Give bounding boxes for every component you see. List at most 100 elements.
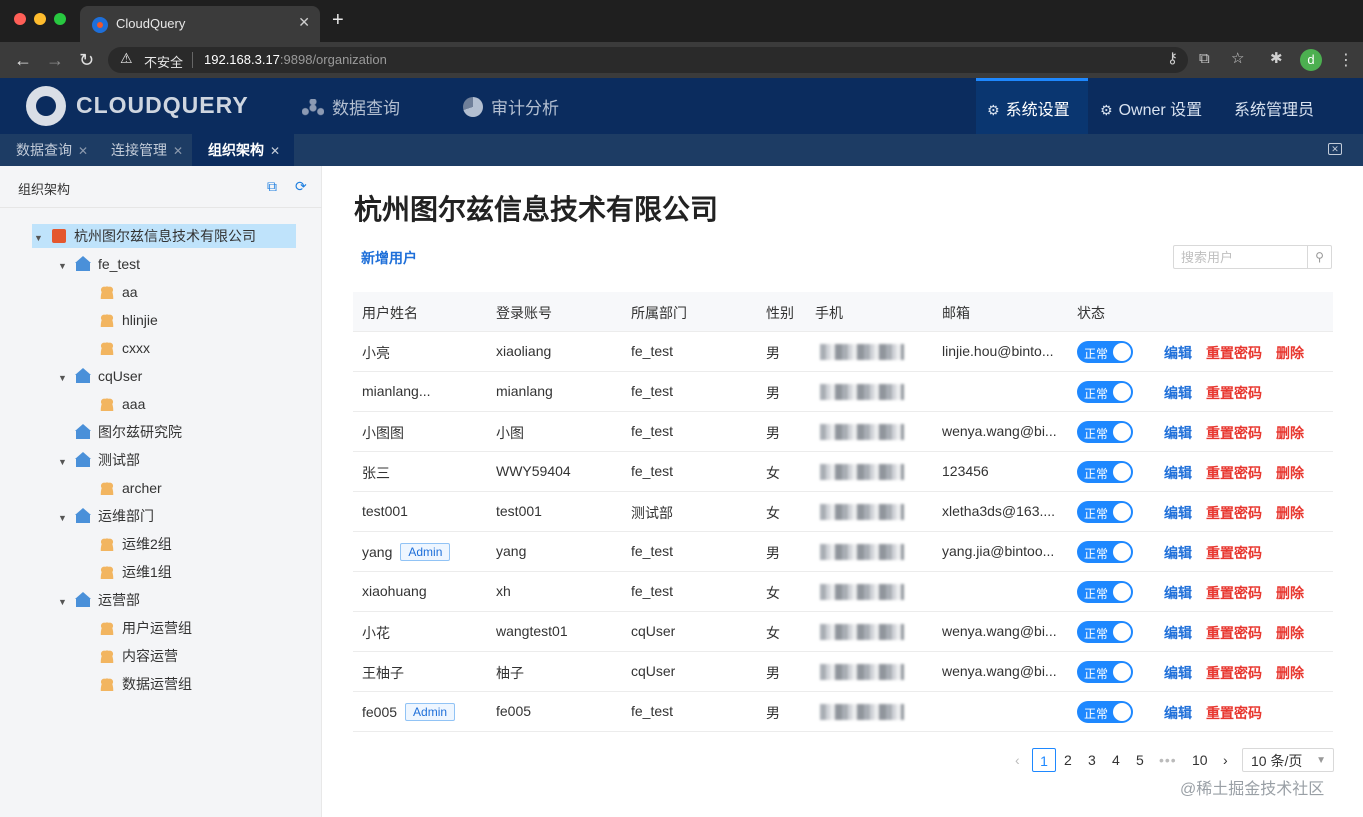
nav-owner-settings[interactable]: ⚙ Owner 设置 bbox=[1100, 96, 1202, 120]
delete-button[interactable]: 删除 bbox=[1276, 343, 1304, 363]
page-2[interactable]: 2 bbox=[1064, 748, 1072, 772]
tree-department-node[interactable]: ▼ cqUser bbox=[58, 364, 142, 388]
nav-system-admin[interactable]: 系统管理员 bbox=[1234, 96, 1314, 120]
insecure-label[interactable]: 不安全 bbox=[144, 52, 183, 71]
next-page-icon[interactable]: › bbox=[1223, 748, 1228, 772]
collapse-all-icon[interactable]: ⧉ bbox=[267, 178, 277, 195]
status-toggle[interactable]: 正常 bbox=[1077, 381, 1133, 403]
tab-connection-management[interactable]: 连接管理 ✕ bbox=[94, 134, 192, 166]
prev-page-icon[interactable]: ‹ bbox=[1015, 748, 1020, 772]
edit-button[interactable]: 编辑 bbox=[1164, 583, 1192, 603]
tree-group-node[interactable]: 用户运营组 bbox=[82, 616, 192, 640]
tree-department-node[interactable]: ▼ 测试部 bbox=[58, 448, 140, 472]
delete-button[interactable]: 删除 bbox=[1276, 623, 1304, 643]
edit-button[interactable]: 编辑 bbox=[1164, 623, 1192, 643]
new-tab-button[interactable]: + bbox=[332, 10, 344, 30]
status-toggle[interactable]: 正常 bbox=[1077, 461, 1133, 483]
tab-close-icon[interactable]: ✕ bbox=[270, 144, 280, 158]
delete-button[interactable]: 删除 bbox=[1276, 583, 1304, 603]
reset-password-button[interactable]: 重置密码 bbox=[1206, 543, 1262, 563]
status-toggle[interactable]: 正常 bbox=[1077, 541, 1133, 563]
key-icon[interactable]: ⚷ bbox=[1167, 50, 1178, 68]
delete-button[interactable]: 删除 bbox=[1276, 463, 1304, 483]
reset-password-button[interactable]: 重置密码 bbox=[1206, 423, 1262, 443]
nav-data-query[interactable]: 数据查询 bbox=[302, 94, 400, 119]
page-5[interactable]: 5 bbox=[1136, 748, 1144, 772]
search-input[interactable] bbox=[1174, 246, 1308, 268]
status-toggle[interactable]: 正常 bbox=[1077, 621, 1133, 643]
close-all-tabs-icon[interactable]: ✕ bbox=[1328, 143, 1342, 155]
caret-down-icon[interactable]: ▼ bbox=[58, 590, 68, 614]
reload-icon[interactable]: ↻ bbox=[79, 49, 94, 71]
edit-button[interactable]: 编辑 bbox=[1164, 463, 1192, 483]
translate-icon[interactable]: ⧉ bbox=[1199, 50, 1210, 68]
browser-tab-close-icon[interactable]: ✕ bbox=[298, 14, 310, 31]
back-arrow-icon[interactable]: ← bbox=[14, 49, 32, 71]
edit-button[interactable]: 编辑 bbox=[1164, 543, 1192, 563]
reset-password-button[interactable]: 重置密码 bbox=[1206, 623, 1262, 643]
status-toggle[interactable]: 正常 bbox=[1077, 701, 1133, 723]
profile-avatar[interactable]: d bbox=[1300, 49, 1322, 71]
edit-button[interactable]: 编辑 bbox=[1164, 383, 1192, 403]
caret-down-icon[interactable]: ▼ bbox=[34, 226, 44, 250]
search-icon[interactable]: ⚲ bbox=[1307, 246, 1331, 268]
tree-group-node[interactable]: archer bbox=[82, 476, 162, 500]
nav-audit-analysis[interactable]: 审计分析 bbox=[463, 94, 559, 119]
tree-group-node[interactable]: cxxx bbox=[82, 336, 150, 360]
reset-password-button[interactable]: 重置密码 bbox=[1206, 703, 1262, 723]
tree-root-node[interactable]: ▼ 杭州图尔兹信息技术有限公司 bbox=[32, 224, 296, 248]
more-menu-icon[interactable]: ⋮ bbox=[1338, 50, 1354, 70]
url-text[interactable]: 192.168.3.17:9898/organization bbox=[204, 52, 387, 67]
browser-tab[interactable]: CloudQuery ✕ bbox=[80, 6, 320, 42]
page-1[interactable]: 1 bbox=[1032, 748, 1056, 772]
caret-down-icon[interactable]: ▼ bbox=[58, 506, 68, 530]
extensions-puzzle-icon[interactable]: ✱ bbox=[1270, 50, 1283, 68]
status-toggle[interactable]: 正常 bbox=[1077, 501, 1133, 523]
page-4[interactable]: 4 bbox=[1112, 748, 1120, 772]
tab-close-icon[interactable]: ✕ bbox=[173, 144, 183, 158]
tab-data-query[interactable]: 数据查询 ✕ bbox=[0, 134, 94, 166]
page-last[interactable]: 10 bbox=[1192, 748, 1208, 772]
tree-group-node[interactable]: aa bbox=[82, 280, 138, 304]
edit-button[interactable]: 编辑 bbox=[1164, 663, 1192, 683]
reset-password-button[interactable]: 重置密码 bbox=[1206, 383, 1262, 403]
reset-password-button[interactable]: 重置密码 bbox=[1206, 583, 1262, 603]
tab-close-icon[interactable]: ✕ bbox=[78, 144, 88, 158]
delete-button[interactable]: 删除 bbox=[1276, 423, 1304, 443]
status-toggle[interactable]: 正常 bbox=[1077, 421, 1133, 443]
edit-button[interactable]: 编辑 bbox=[1164, 503, 1192, 523]
tab-organization[interactable]: 组织架构 ✕ bbox=[192, 134, 294, 166]
page-3[interactable]: 3 bbox=[1088, 748, 1096, 772]
address-bar[interactable]: ⚠ 不安全 192.168.3.17:9898/organization bbox=[108, 47, 1188, 73]
tree-group-node[interactable]: hlinjie bbox=[82, 308, 158, 332]
refresh-icon[interactable]: ⟳ bbox=[295, 178, 307, 195]
delete-button[interactable]: 删除 bbox=[1276, 503, 1304, 523]
reset-password-button[interactable]: 重置密码 bbox=[1206, 503, 1262, 523]
edit-button[interactable]: 编辑 bbox=[1164, 703, 1192, 723]
tree-department-node[interactable]: ▼ fe_test bbox=[58, 252, 140, 276]
status-toggle[interactable]: 正常 bbox=[1077, 581, 1133, 603]
tree-department-node[interactable]: 图尔兹研究院 bbox=[58, 420, 182, 444]
window-zoom-button[interactable] bbox=[54, 13, 66, 25]
tree-department-node[interactable]: ▼ 运维部门 bbox=[58, 504, 154, 528]
tree-group-node[interactable]: 数据运营组 bbox=[82, 672, 192, 696]
delete-button[interactable]: 删除 bbox=[1276, 663, 1304, 683]
tree-group-node[interactable]: 运维1组 bbox=[82, 560, 172, 584]
nav-system-settings[interactable]: ⚙ 系统设置 bbox=[987, 96, 1070, 120]
tree-department-node[interactable]: ▼ 运营部 bbox=[58, 588, 140, 612]
edit-button[interactable]: 编辑 bbox=[1164, 423, 1192, 443]
page-size-select[interactable]: 10 条/页 ▼ bbox=[1242, 748, 1334, 772]
forward-arrow-icon[interactable]: → bbox=[46, 49, 64, 71]
edit-button[interactable]: 编辑 bbox=[1164, 343, 1192, 363]
caret-down-icon[interactable]: ▼ bbox=[58, 254, 68, 278]
tree-group-node[interactable]: 内容运营 bbox=[82, 644, 178, 668]
reset-password-button[interactable]: 重置密码 bbox=[1206, 343, 1262, 363]
reset-password-button[interactable]: 重置密码 bbox=[1206, 663, 1262, 683]
reset-password-button[interactable]: 重置密码 bbox=[1206, 463, 1262, 483]
status-toggle[interactable]: 正常 bbox=[1077, 341, 1133, 363]
bookmark-star-icon[interactable]: ☆ bbox=[1231, 50, 1244, 68]
caret-down-icon[interactable]: ▼ bbox=[58, 366, 68, 390]
window-minimize-button[interactable] bbox=[34, 13, 46, 25]
add-user-button[interactable]: 新增用户 bbox=[361, 248, 417, 268]
caret-down-icon[interactable]: ▼ bbox=[58, 450, 68, 474]
